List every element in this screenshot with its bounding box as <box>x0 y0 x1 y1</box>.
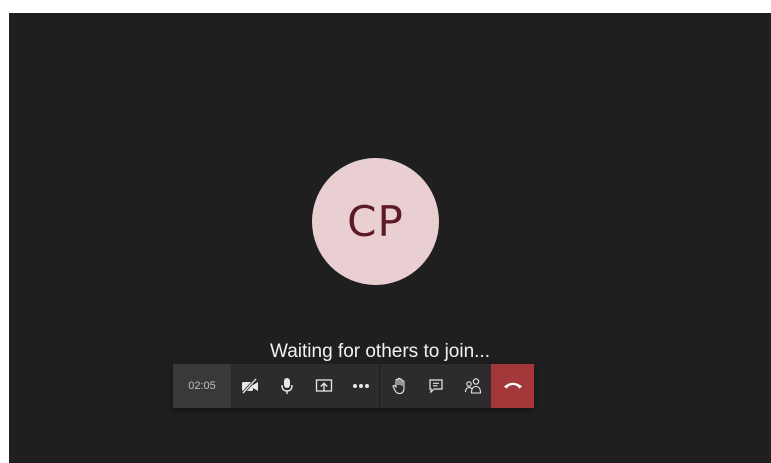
chat-icon <box>428 378 444 394</box>
more-options-button[interactable] <box>342 364 379 408</box>
call-stage: CP Waiting for others to join... 02:05 <box>9 13 771 463</box>
microphone-toggle-button[interactable] <box>268 364 305 408</box>
avatar-initials: CP <box>347 197 404 246</box>
camera-toggle-button[interactable] <box>231 364 268 408</box>
chat-button[interactable] <box>417 364 454 408</box>
share-screen-icon <box>315 378 333 394</box>
avatar: CP <box>312 158 439 285</box>
camera-off-icon <box>240 378 260 394</box>
call-timer: 02:05 <box>173 364 231 408</box>
raise-hand-button[interactable] <box>380 364 417 408</box>
raise-hand-icon <box>391 377 407 395</box>
participants-button[interactable] <box>454 364 491 408</box>
microphone-icon <box>280 377 294 395</box>
hang-up-button[interactable] <box>491 364 534 408</box>
hang-up-icon <box>503 377 523 395</box>
share-screen-button[interactable] <box>305 364 342 408</box>
participants-icon <box>464 377 482 395</box>
status-text: Waiting for others to join... <box>269 341 490 362</box>
more-options-icon <box>352 383 370 389</box>
call-controls-toolbar: 02:05 <box>173 364 534 408</box>
